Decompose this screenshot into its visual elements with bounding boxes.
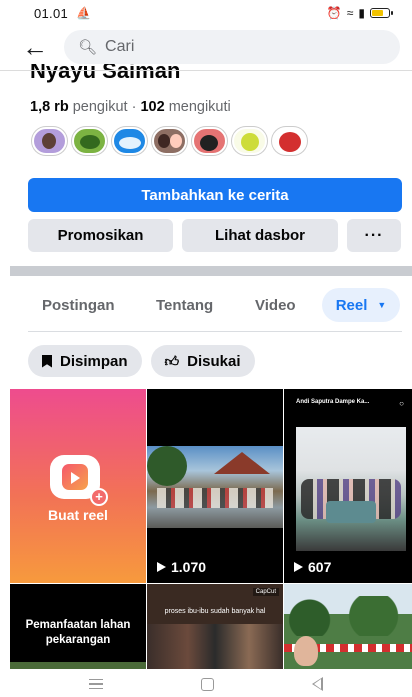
search-icon: 🔍︎ [78,39,98,56]
home-icon[interactable] [201,677,214,691]
avatar[interactable] [32,127,67,155]
tabs-divider [28,331,402,332]
reel-image [147,624,283,669]
section-separator [10,266,412,276]
status-bar: 01.01 ⛵ ⏰ ≈ ▮ [0,0,412,26]
view-count: 1.070 [157,559,206,575]
profile-tabs: Postingan Tentang Video Reel ▼ [0,288,412,322]
reel-image [147,446,283,528]
add-to-story-button[interactable]: Tambahkan ke cerita [28,178,402,212]
back-icon[interactable] [312,677,323,691]
status-time: 01.01 [34,5,69,21]
reel-thumbnail[interactable]: 1.070 [147,389,283,583]
friend-avatars [32,127,307,155]
create-reel-tile[interactable]: + Buat reel [10,389,146,583]
status-icons: ⏰ ≈ ▮ [326,6,393,20]
capcut-tag: CapCut [252,588,279,596]
boat-icon: ⛵ [76,6,91,20]
reel-image [296,427,406,551]
liked-filter-button[interactable]: 👍︎ Disukai [150,345,255,377]
reel-thumbnail[interactable]: Andi Saputra Dampe Ka... ○ 607 [284,389,412,583]
search-header: ← 🔍︎ [0,28,412,66]
avatar[interactable] [272,127,307,155]
promote-button[interactable]: Promosikan [28,219,173,252]
followers-count: 1,8 rb [30,99,69,115]
reel-thumbnail[interactable] [284,584,412,669]
reels-grid: + Buat reel 1.070 Andi Saputra Dampe Ka.… [10,389,412,669]
reels-icon: + [50,455,108,506]
tab-about[interactable]: Tentang [156,288,213,322]
play-icon [294,562,303,572]
battery-icon [370,8,393,18]
following-label: mengikuti [168,99,231,115]
plus-icon: + [90,488,108,506]
signal-icon: ▮ [358,6,365,20]
reel-caption: proses ibu-ibu sudah banyak hal [164,608,266,615]
wifi-icon: ≈ [346,6,354,20]
view-dashboard-button[interactable]: Lihat dasbor [182,219,338,252]
alarm-icon: ⏰ [326,6,342,20]
saved-filter-label: Disimpan [60,352,128,370]
thumbs-up-icon: 👍︎ [164,352,180,369]
reel-thumbnail[interactable]: CapCut proses ibu-ibu sudah banyak hal [147,584,283,669]
stats-separator: · [131,99,137,115]
search-input[interactable] [105,38,386,56]
more-icon: ○ [399,399,404,408]
search-box[interactable]: 🔍︎ [64,30,400,64]
reel-thumbnail[interactable]: Pemanfaatan lahan pekarangan [10,584,146,669]
bookmark-icon [42,354,52,368]
reel-caption: Pemanfaatan lahan pekarangan [25,619,131,646]
reel-filters: Disimpan 👍︎ Disukai [28,345,255,377]
following-count: 102 [140,99,165,115]
avatar[interactable] [192,127,227,155]
liked-filter-label: Disukai [187,352,241,370]
tab-posts[interactable]: Postingan [42,288,115,322]
reel-header-text: Andi Saputra Dampe Ka... [296,399,370,405]
saved-filter-button[interactable]: Disimpan [28,345,142,377]
avatar[interactable] [152,127,187,155]
recent-apps-icon[interactable] [89,679,103,689]
view-count: 607 [294,559,331,575]
tab-reels-label: Reel [335,296,368,314]
tab-video[interactable]: Video [255,288,296,322]
avatar[interactable] [112,127,147,155]
view-count-value: 1.070 [171,559,207,575]
system-nav-bar [0,671,412,697]
play-icon [157,562,166,572]
avatar[interactable] [232,127,267,155]
followers-label: pengikut [72,99,128,115]
follow-stats[interactable]: 1,8 rb pengikut · 102 mengikuti [30,99,231,115]
header-divider [0,70,412,71]
avatar[interactable] [72,127,107,155]
view-count-value: 607 [308,559,332,575]
profile-name: Nyayu Saiman [30,64,181,83]
back-arrow-icon[interactable]: ← [22,34,54,60]
create-reel-label: Buat reel [48,507,108,523]
tab-reels[interactable]: Reel ▼ [322,288,400,322]
more-options-button[interactable]: ··· [347,219,401,252]
chevron-down-icon: ▼ [377,300,387,310]
